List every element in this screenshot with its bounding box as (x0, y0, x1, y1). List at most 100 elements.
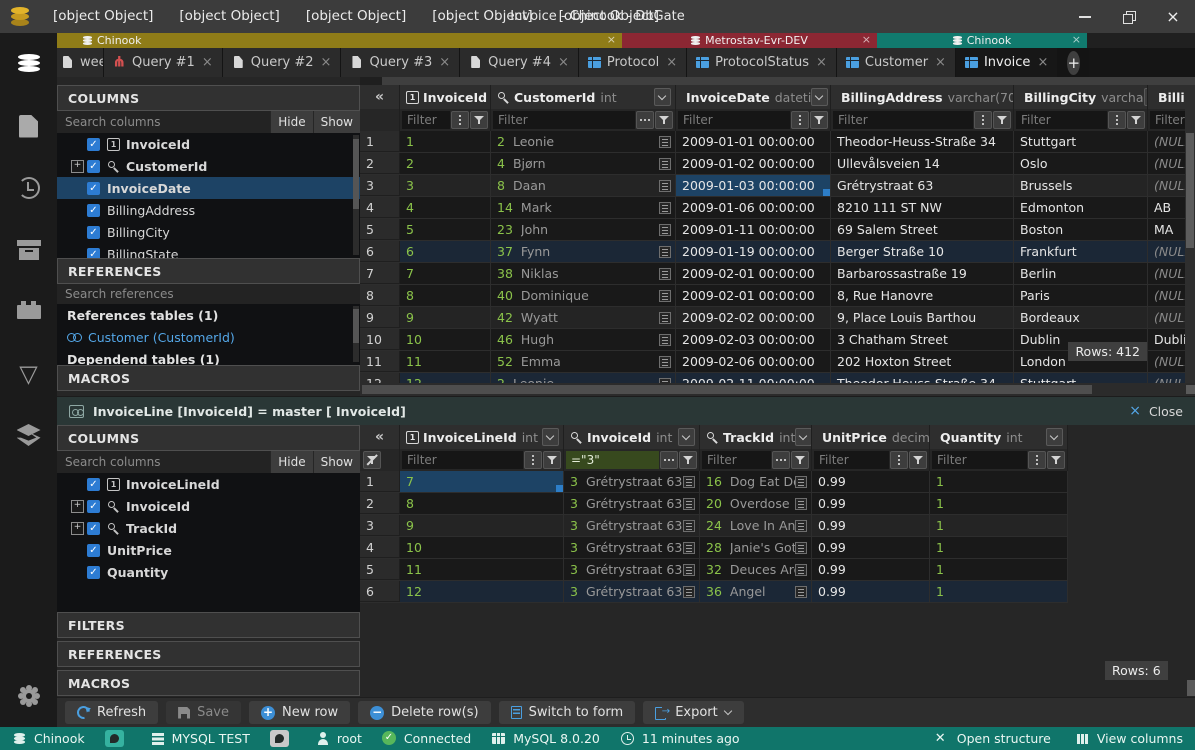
filter-input[interactable] (814, 451, 889, 469)
connection-group-chinook-2[interactable]: Chinook × (877, 33, 1087, 48)
row-number[interactable]: 7 (360, 263, 400, 284)
search-columns-input[interactable] (57, 111, 270, 133)
column-dropdown-button[interactable] (1046, 428, 1063, 446)
collapse-columns-button[interactable]: « (360, 425, 400, 449)
statusbar-item[interactable]: Connected (382, 731, 471, 746)
document-lookup-icon[interactable] (683, 520, 695, 532)
document-lookup-icon[interactable] (795, 542, 807, 554)
filter-input[interactable] (932, 451, 1027, 469)
filter-input[interactable] (402, 451, 523, 469)
cell-unitprice[interactable]: 0.99 (812, 581, 930, 602)
checkbox[interactable] (87, 248, 100, 259)
close-detail-button[interactable]: × Close (1129, 403, 1183, 419)
column-list-item[interactable]: InvoiceDate (57, 177, 360, 199)
statusbar-item[interactable]: Chinook (12, 731, 85, 746)
filter-input[interactable] (402, 111, 450, 129)
view-columns-button[interactable]: View columns (1075, 731, 1183, 746)
document-lookup-icon[interactable] (683, 586, 695, 598)
table-row[interactable]: 2 2 4Bjørn 2009-01-02 00:00:00 Ullevålsv… (360, 153, 1195, 175)
cell-customerid[interactable]: 23John (491, 219, 676, 240)
filter-apply-button[interactable] (791, 451, 809, 469)
table-row[interactable]: 6 6 37Fynn 2009-01-19 00:00:00 Berger St… (360, 241, 1195, 263)
filter-input-active[interactable] (566, 451, 659, 469)
document-lookup-icon[interactable] (659, 180, 671, 192)
checkbox[interactable] (87, 204, 100, 217)
cell-invoiceid[interactable]: 7 (400, 263, 491, 284)
column-header-billingaddress[interactable]: BillingAddressvarchar(70 (831, 85, 1014, 109)
column-list-item[interactable]: InvoiceId (57, 133, 360, 155)
column-header-invoicedate[interactable]: InvoiceDatedateti (676, 85, 831, 109)
new-row-button[interactable]: + New row (249, 701, 350, 724)
panel-scrollbar[interactable] (353, 306, 359, 362)
search-references-input[interactable] (57, 284, 360, 304)
filter-trackid[interactable] (700, 449, 812, 471)
delete-rows-button[interactable]: − Delete row(s) (358, 701, 490, 724)
cell-quantity[interactable]: 1 (930, 515, 1068, 536)
show-button[interactable]: Show (314, 451, 360, 473)
filter-menu-button[interactable] (890, 451, 908, 469)
column-header-invoiceid[interactable]: InvoiceIdint (400, 85, 491, 109)
expand-icon[interactable] (71, 522, 87, 535)
sidebar-item-plugins[interactable] (0, 281, 57, 343)
document-lookup-icon[interactable] (659, 290, 671, 302)
hide-button[interactable]: Hide (271, 451, 312, 473)
minimize-button[interactable] (1063, 0, 1107, 33)
filter-menu-button[interactable] (1108, 111, 1126, 129)
document-lookup-icon[interactable] (683, 476, 695, 488)
row-number[interactable]: 2 (360, 153, 400, 174)
filter-quantity[interactable] (930, 449, 1068, 471)
cell-billingcity[interactable]: Bordeaux (1014, 307, 1148, 328)
tab[interactable]: Customer × (837, 48, 956, 77)
filter-menu-button[interactable] (636, 111, 654, 129)
statusbar-item[interactable]: MySQL 8.0.20 (491, 731, 600, 746)
checkbox[interactable] (87, 544, 100, 557)
statusbar-item[interactable] (105, 730, 130, 747)
cell-invoiceid[interactable]: 5 (400, 219, 491, 240)
column-header-billingcity[interactable]: BillingCityvarcha (1014, 85, 1148, 109)
cell-customerid[interactable]: 14Mark (491, 197, 676, 218)
tab[interactable]: ProtocolStatus × (687, 48, 837, 77)
table-row[interactable]: 4 10 3Grétrystraat 63 28Janie's Got A 0.… (360, 537, 1068, 559)
document-lookup-icon[interactable] (659, 158, 671, 170)
column-list-item[interactable]: Quantity (57, 561, 360, 583)
tab-close-icon[interactable]: × (439, 55, 450, 70)
reference-link-customer[interactable]: Customer (CustomerId) (57, 326, 360, 348)
column-header-trackid[interactable]: TrackIdint (700, 425, 812, 449)
cell-customerid[interactable]: 37Fynn (491, 241, 676, 262)
filter-invoicedate[interactable] (676, 109, 831, 131)
cell-unitprice[interactable]: 0.99 (812, 493, 930, 514)
checkbox[interactable] (87, 478, 100, 491)
cell-trackid[interactable]: 24Love In An E (700, 515, 812, 536)
tab[interactable]: Query #4 × (460, 48, 579, 77)
cell-customerid[interactable]: 4Bjørn (491, 153, 676, 174)
table-row[interactable]: 4 4 14Mark 2009-01-06 00:00:00 8210 111 … (360, 197, 1195, 219)
cell-unitprice[interactable]: 0.99 (812, 515, 930, 536)
filter-input[interactable] (493, 111, 635, 129)
row-number[interactable]: 3 (360, 175, 400, 196)
row-number[interactable]: 5 (360, 219, 400, 240)
table-row[interactable]: 5 5 23John 2009-01-11 00:00:00 69 Salem … (360, 219, 1195, 241)
filter-menu-button[interactable] (1028, 451, 1046, 469)
row-number[interactable]: 11 (360, 351, 400, 372)
menu-item[interactable]: [object Object] (419, 0, 545, 33)
cell-billingaddress[interactable]: 3 Chatham Street (831, 329, 1014, 350)
statusbar-item[interactable] (270, 730, 295, 747)
cell-invoiceid[interactable]: 3 (400, 175, 491, 196)
menu-item[interactable]: [object Object] (293, 0, 419, 33)
row-number[interactable]: 10 (360, 329, 400, 350)
tab-close-icon[interactable]: × (202, 55, 213, 70)
cell-invoicelineid[interactable]: 12 (400, 581, 564, 602)
cell-invoiceid[interactable]: 10 (400, 329, 491, 350)
collapse-columns-button[interactable]: « (360, 85, 400, 109)
cell-invoicedate[interactable]: 2009-01-02 00:00:00 (676, 153, 831, 174)
filter-apply-button[interactable] (993, 111, 1011, 129)
cell-billingaddress[interactable]: Theodor-Heuss-Straße 34 (831, 373, 1014, 383)
cell-invoicedate[interactable]: 2009-02-11 00:00:00 (676, 373, 831, 383)
filter-billingcity[interactable] (1014, 109, 1148, 131)
checkbox[interactable] (87, 182, 100, 195)
filter-invoiceid[interactable] (564, 449, 700, 471)
panel-scrollbar[interactable] (353, 135, 359, 255)
connection-group-metrostav[interactable]: Metrostav-Evr-DEV × (622, 33, 877, 48)
filter-input[interactable] (1016, 111, 1107, 129)
cell-billingaddress[interactable]: 69 Salem Street (831, 219, 1014, 240)
